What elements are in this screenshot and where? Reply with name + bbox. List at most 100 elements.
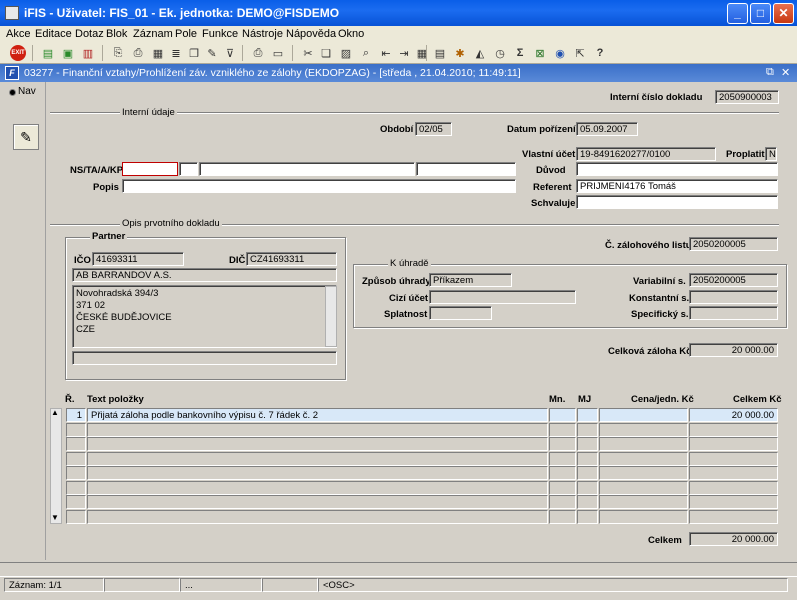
schvaluje-field[interactable] <box>576 195 778 209</box>
menu-funkce[interactable]: Funkce <box>202 28 238 40</box>
paste-icon[interactable]: ▨ <box>338 45 354 61</box>
cut-icon[interactable]: ✂ <box>300 45 316 61</box>
table-cell-celkem[interactable] <box>689 509 778 524</box>
table-cell-celkem[interactable]: 20 000.00 <box>689 408 778 422</box>
prev-icon[interactable]: ⇤ <box>378 45 394 61</box>
query-icon[interactable]: ⎘ <box>110 45 126 61</box>
minimize-button[interactable]: _ <box>727 3 748 24</box>
menu-nastroje[interactable]: Nástroje <box>242 28 283 40</box>
table-cell-celkem[interactable] <box>689 437 778 451</box>
copy-icon[interactable]: ❐ <box>186 45 202 61</box>
table-cell-text[interactable] <box>87 509 548 524</box>
table-cell-r[interactable] <box>66 466 86 480</box>
menu-akce[interactable]: Akce <box>6 28 30 40</box>
obdobi-field[interactable]: 02/05 <box>415 122 452 136</box>
dic-field[interactable]: CZ41693311 <box>246 252 337 266</box>
list-icon[interactable]: ≣ <box>168 45 184 61</box>
table-cell-mn[interactable] <box>549 466 576 480</box>
table-cell-mj[interactable] <box>577 480 598 495</box>
table-cell-r[interactable] <box>66 480 86 495</box>
vlastni-ucet-field[interactable]: 19-8491620277/0100 <box>576 147 716 161</box>
popis-field[interactable] <box>122 179 516 193</box>
table-cell-cena[interactable] <box>599 466 688 480</box>
clock-icon[interactable]: ◷ <box>492 45 508 61</box>
edit-form-icon[interactable]: ✎ <box>13 124 39 150</box>
table-cell-mj[interactable] <box>577 451 598 466</box>
sum-icon[interactable]: Σ <box>512 45 528 61</box>
table-cell-cena[interactable] <box>599 509 688 524</box>
partner-address-field[interactable]: Novohradská 394/3 371 02 ČESKÉ BUDĚJOVIC… <box>72 285 337 348</box>
table-cell-text[interactable] <box>87 480 548 495</box>
print-icon[interactable]: ⎙ <box>250 45 266 61</box>
table-cell-cena[interactable] <box>599 437 688 451</box>
menu-napoveda[interactable]: Nápověda <box>286 28 336 40</box>
table-cell-mn[interactable] <box>549 422 576 437</box>
table-cell-celkem[interactable] <box>689 466 778 480</box>
save-icon[interactable]: ▣ <box>60 45 76 61</box>
kp-field[interactable] <box>416 162 516 176</box>
scroll-up-icon[interactable]: ▲ <box>51 408 59 417</box>
web-icon[interactable]: ◉ <box>552 45 568 61</box>
cislo-zal-field[interactable]: 2050200005 <box>689 237 778 251</box>
menu-zaznam[interactable]: Záznam <box>133 28 173 40</box>
partner-extra-field[interactable] <box>72 351 337 365</box>
ta-field[interactable] <box>179 162 198 176</box>
table-cell-mn[interactable] <box>549 451 576 466</box>
vs-field[interactable]: 2050200005 <box>689 273 778 287</box>
table-cell-mj[interactable] <box>577 422 598 437</box>
table-cell-r[interactable] <box>66 422 86 437</box>
menu-dotaz[interactable]: Dotaz <box>75 28 104 40</box>
maximize-button[interactable]: □ <box>750 3 771 24</box>
cizi-ucet-field[interactable] <box>429 290 576 304</box>
grid-icon[interactable]: ▦ <box>414 45 430 61</box>
next-icon[interactable]: ⇥ <box>396 45 412 61</box>
table-cell-text[interactable]: Přijatá záloha podle bankovního výpisu č… <box>87 408 548 422</box>
edit-icon[interactable]: ✎ <box>204 45 220 61</box>
table-cell-cena[interactable] <box>599 422 688 437</box>
ss-field[interactable] <box>689 306 778 320</box>
table-cell-celkem[interactable] <box>689 495 778 509</box>
table-cell-mn[interactable] <box>549 437 576 451</box>
export-icon[interactable]: ⇱ <box>572 45 588 61</box>
table-cell-celkem[interactable] <box>689 480 778 495</box>
calendar-icon[interactable]: ▤ <box>432 45 448 61</box>
count-icon[interactable]: ▦ <box>150 45 166 61</box>
table-cell-r[interactable] <box>66 495 86 509</box>
exit-icon[interactable]: EXIT <box>10 45 26 61</box>
table-cell-celkem[interactable] <box>689 451 778 466</box>
table-cell-mj[interactable] <box>577 509 598 524</box>
table-cell-text[interactable] <box>87 437 548 451</box>
table-scrollbar[interactable] <box>50 408 62 524</box>
table-cell-r[interactable] <box>66 451 86 466</box>
zpusob-uhrady-field[interactable]: Příkazem <box>429 273 512 287</box>
table-cell-cena[interactable] <box>599 480 688 495</box>
table-cell-mn[interactable] <box>549 408 576 422</box>
chart-icon[interactable]: ◭ <box>472 45 488 61</box>
table-cell-cena[interactable] <box>599 408 688 422</box>
table-cell-text[interactable] <box>87 466 548 480</box>
datum-porizeni-field[interactable]: 05.09.2007 <box>576 122 638 136</box>
partner-name-field[interactable]: AB BARRANDOV A.S. <box>72 268 337 282</box>
table-cell-r[interactable] <box>66 437 86 451</box>
table-cell-r[interactable] <box>66 509 86 524</box>
a-field[interactable] <box>199 162 415 176</box>
close-form-icon[interactable]: ✕ <box>781 66 790 79</box>
address-scrollbar[interactable] <box>325 286 337 347</box>
table-cell-text[interactable] <box>87 495 548 509</box>
ks-field[interactable] <box>689 290 778 304</box>
splatnost-field[interactable] <box>429 306 492 320</box>
nav-radio[interactable] <box>9 89 16 96</box>
table-cell-cena[interactable] <box>599 495 688 509</box>
menu-editace[interactable]: Editace <box>35 28 72 40</box>
table-cell-mj[interactable] <box>577 408 598 422</box>
table-cell-cena[interactable] <box>599 451 688 466</box>
table-cell-mn[interactable] <box>549 509 576 524</box>
ico-field[interactable]: 41693311 <box>92 252 184 266</box>
copy-text-icon[interactable]: ❏ <box>318 45 334 61</box>
proplatit-field[interactable]: N <box>765 147 777 161</box>
excel-icon[interactable]: ⊠ <box>532 45 548 61</box>
preview-icon[interactable]: ▭ <box>270 45 286 61</box>
menu-blok[interactable]: Blok <box>106 28 127 40</box>
menu-okno[interactable]: Okno <box>338 28 364 40</box>
filter-icon[interactable]: ⊽ <box>222 45 238 61</box>
